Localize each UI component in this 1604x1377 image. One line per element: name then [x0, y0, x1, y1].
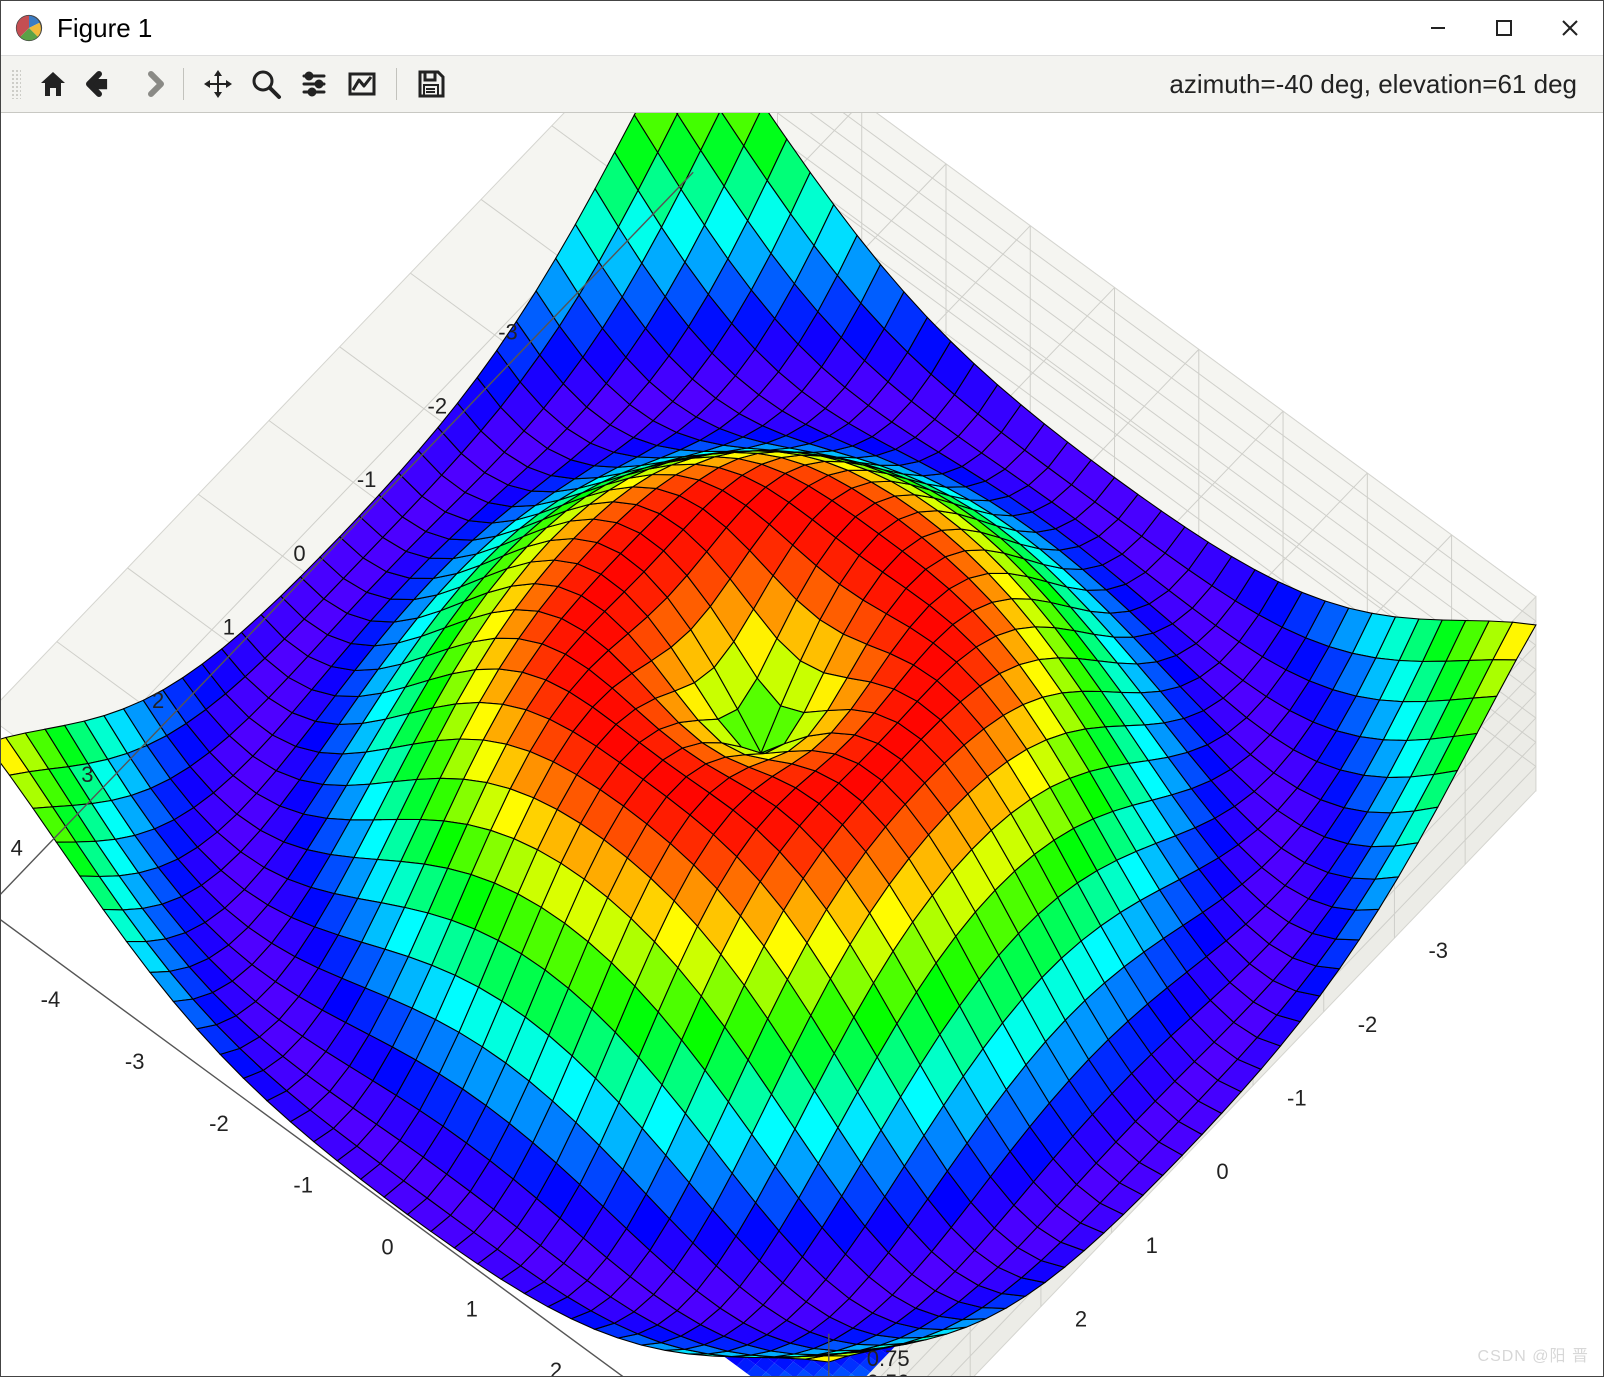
- svg-text:-4: -4: [41, 987, 61, 1012]
- svg-text:2: 2: [152, 688, 164, 713]
- svg-text:0.50: 0.50: [867, 1370, 910, 1376]
- svg-text:1: 1: [466, 1296, 478, 1321]
- pan-button[interactable]: [196, 62, 240, 106]
- svg-text:-2: -2: [428, 393, 448, 418]
- maximize-button[interactable]: [1471, 1, 1537, 55]
- navigation-toolbar: azimuth=-40 deg, elevation=61 deg: [1, 56, 1603, 113]
- configure-subplots-button[interactable]: [292, 62, 336, 106]
- svg-text:0.75: 0.75: [867, 1346, 910, 1371]
- close-button[interactable]: [1537, 1, 1603, 55]
- svg-text:-2: -2: [1358, 1012, 1378, 1037]
- toolbar-separator: [183, 68, 184, 100]
- figure-window: Figure 1: [0, 0, 1604, 1377]
- zoom-button[interactable]: [244, 62, 288, 106]
- watermark: CSDN @阳 晋: [1478, 1342, 1589, 1366]
- svg-text:3: 3: [81, 762, 93, 787]
- plot-area[interactable]: -4-3-2-10123-3-2-101234-3-2-101234-0.75-…: [1, 113, 1603, 1376]
- svg-text:0: 0: [1216, 1159, 1228, 1184]
- view-status-text: azimuth=-40 deg, elevation=61 deg: [1169, 69, 1593, 100]
- svg-text:-3: -3: [498, 320, 518, 345]
- svg-text:1: 1: [223, 614, 235, 639]
- svg-text:-1: -1: [1287, 1085, 1307, 1110]
- titlebar: Figure 1: [1, 1, 1603, 56]
- svg-text:-1: -1: [357, 467, 377, 492]
- minimize-button[interactable]: [1405, 1, 1471, 55]
- toolbar-separator: [396, 68, 397, 100]
- edit-axes-button[interactable]: [340, 62, 384, 106]
- save-button[interactable]: [409, 62, 453, 106]
- svg-text:-3: -3: [125, 1049, 145, 1074]
- toolbar-grip: [11, 69, 21, 99]
- svg-text:0: 0: [381, 1234, 393, 1259]
- svg-text:-1: -1: [293, 1173, 313, 1198]
- matplotlib-icon: [15, 14, 43, 42]
- window-title: Figure 1: [57, 13, 152, 44]
- svg-text:-2: -2: [209, 1111, 229, 1136]
- svg-text:1: 1: [1146, 1233, 1158, 1258]
- svg-text:4: 4: [11, 836, 23, 861]
- svg-text:2: 2: [1075, 1307, 1087, 1332]
- svg-text:0: 0: [293, 541, 305, 566]
- svg-text:-3: -3: [1428, 938, 1448, 963]
- back-button[interactable]: [79, 62, 123, 106]
- home-button[interactable]: [31, 62, 75, 106]
- forward-button[interactable]: [127, 62, 171, 106]
- svg-text:2: 2: [550, 1358, 562, 1376]
